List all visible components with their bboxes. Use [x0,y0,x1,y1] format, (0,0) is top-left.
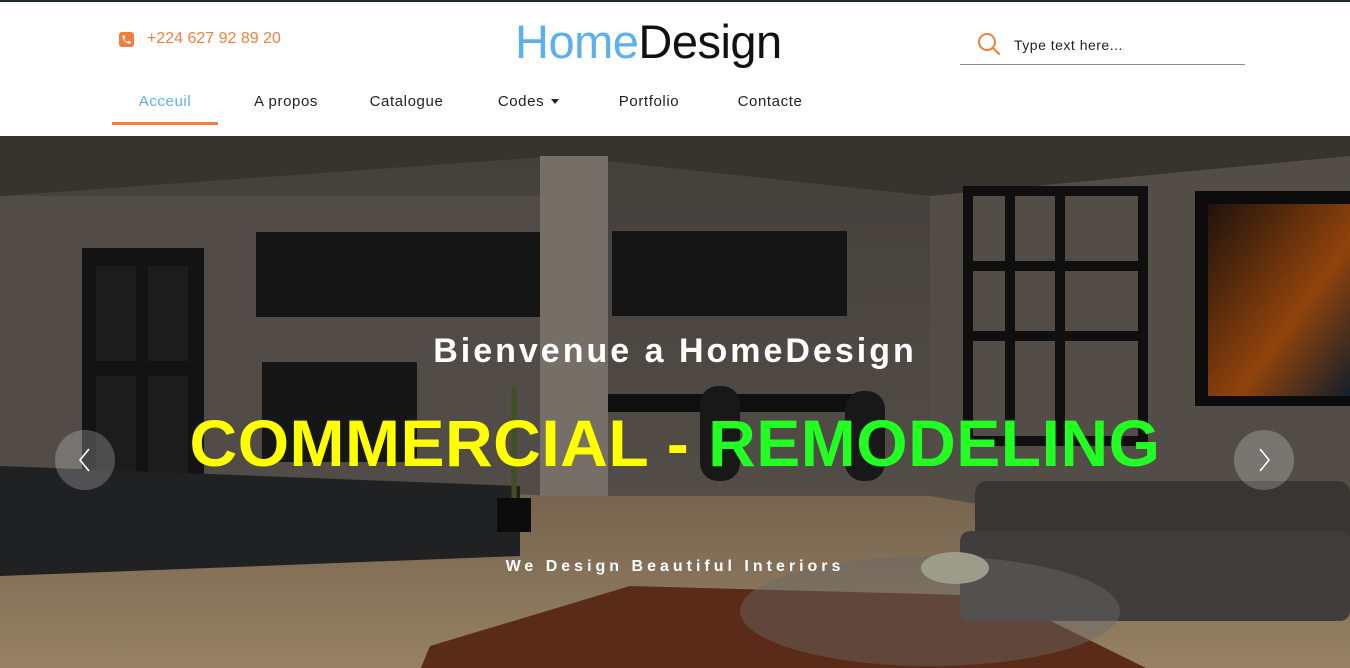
phone-icon [119,31,134,47]
slider-prev-button[interactable] [55,430,115,490]
search-box [960,27,1245,65]
nav-item-acceuil[interactable]: Acceuil [112,77,218,125]
nav-item-a-propos[interactable]: A propos [218,77,354,125]
nav-item-codes[interactable]: Codes [459,77,598,125]
hero-subtitle: We Design Beautiful Interiors [505,558,845,575]
hero-headline: COMMERCIAL - REMODELING [0,404,1350,482]
caret-down-icon [551,98,560,104]
main-nav: Acceuil A propos Catalogue Codes Portfol… [112,77,840,125]
logo-design: Design [638,15,782,68]
nav-item-catalogue[interactable]: Catalogue [354,77,459,125]
hero-slider: Bienvenue a HomeDesign COMMERCIAL - REMO… [0,136,1350,668]
hero-welcome: Bienvenue a HomeDesign [433,332,917,370]
search-icon[interactable] [976,31,1002,57]
nav-item-codes-label: Codes [497,92,545,110]
site-header: +224 627 92 89 20 HomeDesign Acceuil A p… [0,2,1350,136]
phone-number: +224 627 92 89 20 [147,30,281,47]
nav-item-portfolio[interactable]: Portfolio [598,77,700,125]
headline-commercial: COMMERCIAL - [189,406,690,480]
chevron-left-icon [78,448,90,472]
chevron-right-icon [1259,448,1271,472]
search-input[interactable] [1014,34,1234,56]
phone-contact[interactable]: +224 627 92 89 20 [119,30,281,48]
logo-home: Home [515,15,639,68]
headline-remodeling: REMODELING [708,406,1161,480]
hero-overlay [0,136,1350,668]
site-logo[interactable]: HomeDesign [515,14,782,70]
nav-item-contacte[interactable]: Contacte [700,77,840,125]
slider-next-button[interactable] [1234,430,1294,490]
